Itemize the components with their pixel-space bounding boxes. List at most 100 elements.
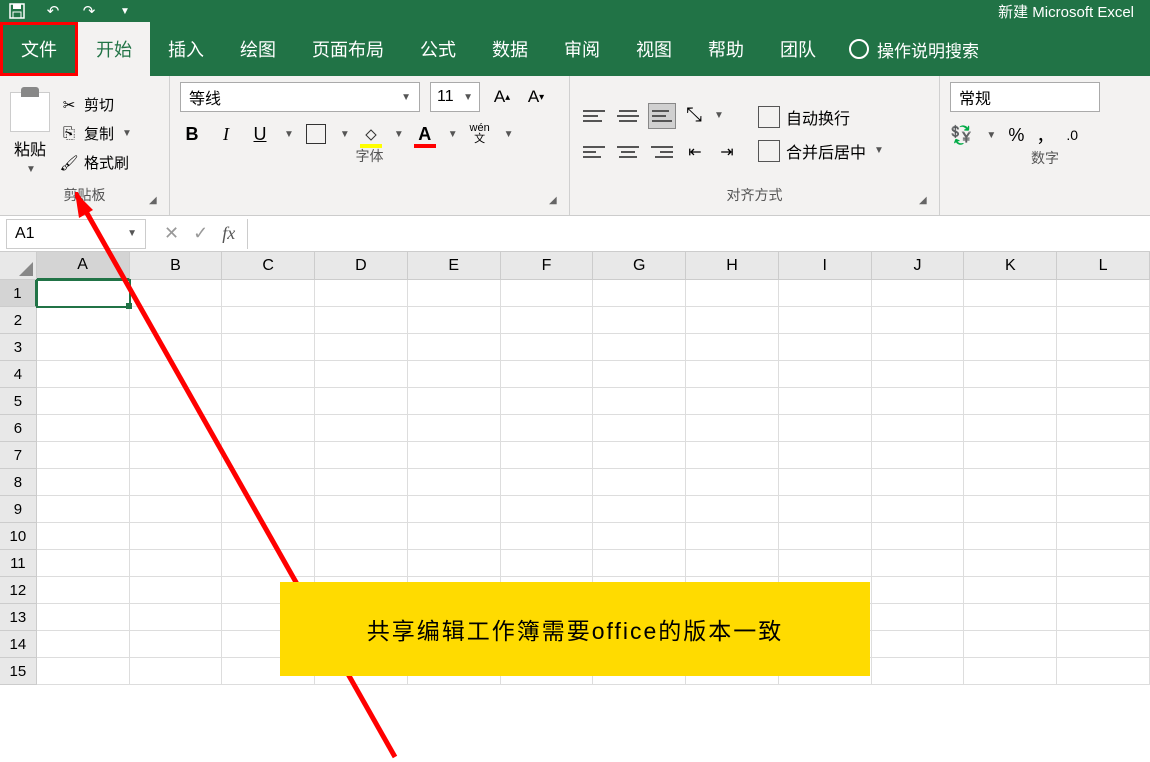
cell-B6[interactable] bbox=[130, 415, 223, 442]
cell-D11[interactable] bbox=[315, 550, 408, 577]
align-top-button[interactable] bbox=[580, 103, 608, 129]
comma-style-button[interactable]: ， bbox=[1036, 122, 1054, 148]
cell-K12[interactable] bbox=[964, 577, 1057, 604]
cell-K8[interactable] bbox=[964, 469, 1057, 496]
decrease-indent-button[interactable]: ⇤ bbox=[682, 140, 708, 164]
cell-D8[interactable] bbox=[315, 469, 408, 496]
cell-J6[interactable] bbox=[872, 415, 965, 442]
cell-A5[interactable] bbox=[37, 388, 130, 415]
tab-data[interactable]: 数据 bbox=[474, 22, 546, 76]
column-header-K[interactable]: K bbox=[964, 252, 1057, 280]
cell-B12[interactable] bbox=[130, 577, 223, 604]
cell-A3[interactable] bbox=[37, 334, 130, 361]
cell-B3[interactable] bbox=[130, 334, 223, 361]
cell-F3[interactable] bbox=[501, 334, 594, 361]
cell-L7[interactable] bbox=[1057, 442, 1150, 469]
column-header-H[interactable]: H bbox=[686, 252, 779, 280]
cell-E3[interactable] bbox=[408, 334, 501, 361]
cell-L1[interactable] bbox=[1057, 280, 1150, 307]
cell-D2[interactable] bbox=[315, 307, 408, 334]
cell-D3[interactable] bbox=[315, 334, 408, 361]
qat-dropdown-icon[interactable]: ▼ bbox=[116, 2, 134, 20]
phonetic-button[interactable]: wén文 bbox=[468, 122, 492, 146]
cell-H3[interactable] bbox=[686, 334, 779, 361]
cell-B1[interactable] bbox=[130, 280, 223, 307]
cell-H9[interactable] bbox=[686, 496, 779, 523]
cell-A6[interactable] bbox=[37, 415, 130, 442]
tab-team[interactable]: 团队 bbox=[762, 22, 834, 76]
cell-I2[interactable] bbox=[779, 307, 872, 334]
cell-K5[interactable] bbox=[964, 388, 1057, 415]
cell-G9[interactable] bbox=[593, 496, 686, 523]
cell-L10[interactable] bbox=[1057, 523, 1150, 550]
cell-H6[interactable] bbox=[686, 415, 779, 442]
cell-L3[interactable] bbox=[1057, 334, 1150, 361]
cell-E10[interactable] bbox=[408, 523, 501, 550]
cell-F4[interactable] bbox=[501, 361, 594, 388]
cell-F9[interactable] bbox=[501, 496, 594, 523]
cancel-icon[interactable]: ✕ bbox=[164, 223, 179, 244]
cell-J5[interactable] bbox=[872, 388, 965, 415]
column-header-B[interactable]: B bbox=[130, 252, 223, 280]
increase-indent-button[interactable]: ⇥ bbox=[714, 140, 740, 164]
cell-B13[interactable] bbox=[130, 604, 223, 631]
percent-button[interactable]: % bbox=[1008, 125, 1024, 146]
accounting-format-button[interactable]: 💱 bbox=[950, 125, 972, 146]
column-header-J[interactable]: J bbox=[872, 252, 965, 280]
cell-K7[interactable] bbox=[964, 442, 1057, 469]
cell-G6[interactable] bbox=[593, 415, 686, 442]
cell-F8[interactable] bbox=[501, 469, 594, 496]
cut-button[interactable]: ✂ 剪切 bbox=[56, 92, 136, 117]
select-all-corner[interactable] bbox=[0, 252, 37, 280]
column-header-E[interactable]: E bbox=[408, 252, 501, 280]
cell-J4[interactable] bbox=[872, 361, 965, 388]
cell-E5[interactable] bbox=[408, 388, 501, 415]
row-header-2[interactable]: 2 bbox=[0, 307, 37, 334]
cell-H10[interactable] bbox=[686, 523, 779, 550]
tab-review[interactable]: 审阅 bbox=[546, 22, 618, 76]
row-header-14[interactable]: 14 bbox=[0, 631, 37, 658]
cell-J14[interactable] bbox=[872, 631, 965, 658]
row-header-1[interactable]: 1 bbox=[0, 280, 37, 307]
underline-button[interactable]: U bbox=[248, 122, 272, 146]
border-button[interactable] bbox=[304, 122, 328, 146]
cell-A12[interactable] bbox=[37, 577, 130, 604]
cell-E11[interactable] bbox=[408, 550, 501, 577]
font-size-select[interactable]: 11▼ bbox=[430, 82, 480, 112]
cell-F11[interactable] bbox=[501, 550, 594, 577]
cell-E2[interactable] bbox=[408, 307, 501, 334]
cell-I9[interactable] bbox=[779, 496, 872, 523]
cell-A9[interactable] bbox=[37, 496, 130, 523]
tab-home[interactable]: 开始 bbox=[78, 22, 150, 76]
cell-I1[interactable] bbox=[779, 280, 872, 307]
cell-A8[interactable] bbox=[37, 469, 130, 496]
cell-L5[interactable] bbox=[1057, 388, 1150, 415]
increase-decimal-button[interactable]: .0 bbox=[1066, 127, 1078, 143]
clipboard-dialog-launcher[interactable]: ◢ bbox=[149, 195, 163, 209]
cell-L15[interactable] bbox=[1057, 658, 1150, 685]
tell-me-search[interactable]: 操作说明搜索 bbox=[849, 22, 979, 76]
redo-icon[interactable]: ↷ bbox=[80, 2, 98, 20]
cell-B10[interactable] bbox=[130, 523, 223, 550]
cell-G2[interactable] bbox=[593, 307, 686, 334]
cell-B2[interactable] bbox=[130, 307, 223, 334]
cell-C5[interactable] bbox=[222, 388, 315, 415]
cell-A7[interactable] bbox=[37, 442, 130, 469]
tab-help[interactable]: 帮助 bbox=[690, 22, 762, 76]
row-header-9[interactable]: 9 bbox=[0, 496, 37, 523]
fx-icon[interactable]: fx bbox=[222, 223, 235, 244]
cell-L6[interactable] bbox=[1057, 415, 1150, 442]
cell-J2[interactable] bbox=[872, 307, 965, 334]
cell-C4[interactable] bbox=[222, 361, 315, 388]
cell-J9[interactable] bbox=[872, 496, 965, 523]
cell-F2[interactable] bbox=[501, 307, 594, 334]
row-header-10[interactable]: 10 bbox=[0, 523, 37, 550]
cell-B15[interactable] bbox=[130, 658, 223, 685]
cell-B9[interactable] bbox=[130, 496, 223, 523]
cell-E4[interactable] bbox=[408, 361, 501, 388]
wrap-text-button[interactable]: 自动换行 bbox=[758, 105, 884, 129]
enter-icon[interactable]: ✓ bbox=[193, 223, 208, 244]
format-painter-button[interactable]: 🖌 格式刷 bbox=[56, 150, 136, 175]
cell-K3[interactable] bbox=[964, 334, 1057, 361]
cell-K14[interactable] bbox=[964, 631, 1057, 658]
